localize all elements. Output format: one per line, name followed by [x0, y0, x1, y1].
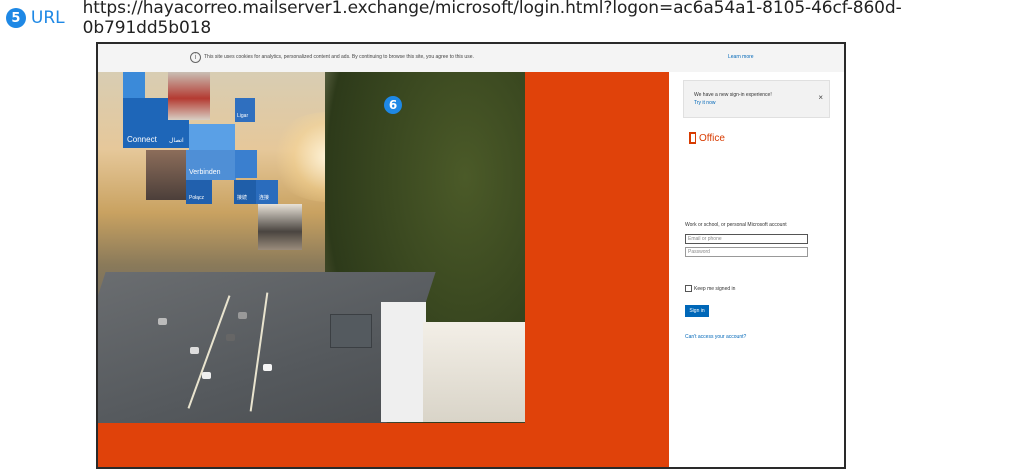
office-brand: Office: [699, 132, 725, 144]
email-field[interactable]: Email or phone: [685, 234, 808, 244]
white-wall: [381, 302, 426, 422]
car: [263, 364, 272, 371]
tile-ligar: Ligar: [235, 98, 255, 122]
tile-verbinden: Verbinden: [186, 150, 236, 180]
tile-label: Connect: [127, 135, 157, 144]
account-label: Work or school, or personal Microsoft ac…: [685, 222, 787, 228]
car: [190, 347, 199, 354]
tile-chinese: 连接: [256, 180, 278, 204]
phishing-page-screenshot: i This site uses cookies for analytics, …: [96, 42, 846, 469]
url-label: URL: [30, 8, 65, 28]
keep-signed-in-label: Keep me signed in: [694, 285, 736, 292]
person-photo: [146, 150, 186, 200]
step-badge: 5: [6, 8, 26, 28]
car: [238, 312, 247, 319]
password-field[interactable]: Password: [685, 247, 808, 257]
sign-in-button[interactable]: Sign in: [685, 305, 709, 317]
keep-signed-in-checkbox[interactable]: [685, 285, 692, 292]
learn-more-link[interactable]: Learn more: [728, 54, 754, 60]
tile: [123, 72, 145, 98]
close-icon[interactable]: ×: [818, 93, 823, 102]
url-text: https://hayacorreo.mailserver1.exchange/…: [82, 0, 902, 38]
person-photo: [258, 204, 302, 250]
tile-japanese: 接続: [234, 180, 256, 204]
try-it-now-link[interactable]: Try it now: [694, 100, 715, 106]
tile-label: Ligar: [237, 113, 249, 119]
background-photo: Connect اتصال Ligar Verbinden Połącz 接続 …: [98, 72, 525, 423]
tile-label: 连接: [259, 195, 270, 201]
tile-label: Połącz: [189, 195, 205, 201]
tile-polacz: Połącz: [186, 180, 212, 204]
new-experience-notice: We have a new sign-in experience! Try it…: [683, 80, 830, 118]
cant-access-link[interactable]: Can't access your account?: [685, 334, 746, 340]
notice-text: We have a new sign-in experience!: [694, 92, 772, 98]
person-photo: [168, 72, 210, 120]
road-sign: [330, 314, 372, 348]
cookie-banner: i This site uses cookies for analytics, …: [98, 44, 844, 73]
info-icon: i: [190, 52, 201, 63]
office-logo: Office: [689, 132, 725, 144]
white-wall: [423, 322, 525, 422]
orange-strip: [98, 423, 525, 467]
car: [202, 372, 211, 379]
cookie-message: This site uses cookies for analytics, pe…: [204, 54, 474, 60]
step-badge-6: 6: [384, 96, 402, 114]
tile-label: Verbinden: [189, 169, 221, 176]
tile-label: اتصال: [169, 138, 184, 144]
tile: [235, 150, 257, 178]
login-panel: We have a new sign-in experience! Try it…: [669, 72, 844, 467]
tile-label: 接続: [237, 195, 248, 201]
url-annotation: 5 URL https://hayacorreo.mailserver1.exc…: [6, 0, 1024, 38]
orange-panel: [525, 72, 669, 467]
office-icon: [689, 132, 696, 144]
car: [226, 334, 235, 341]
car: [158, 318, 167, 325]
keep-signed-in[interactable]: Keep me signed in: [685, 285, 735, 292]
